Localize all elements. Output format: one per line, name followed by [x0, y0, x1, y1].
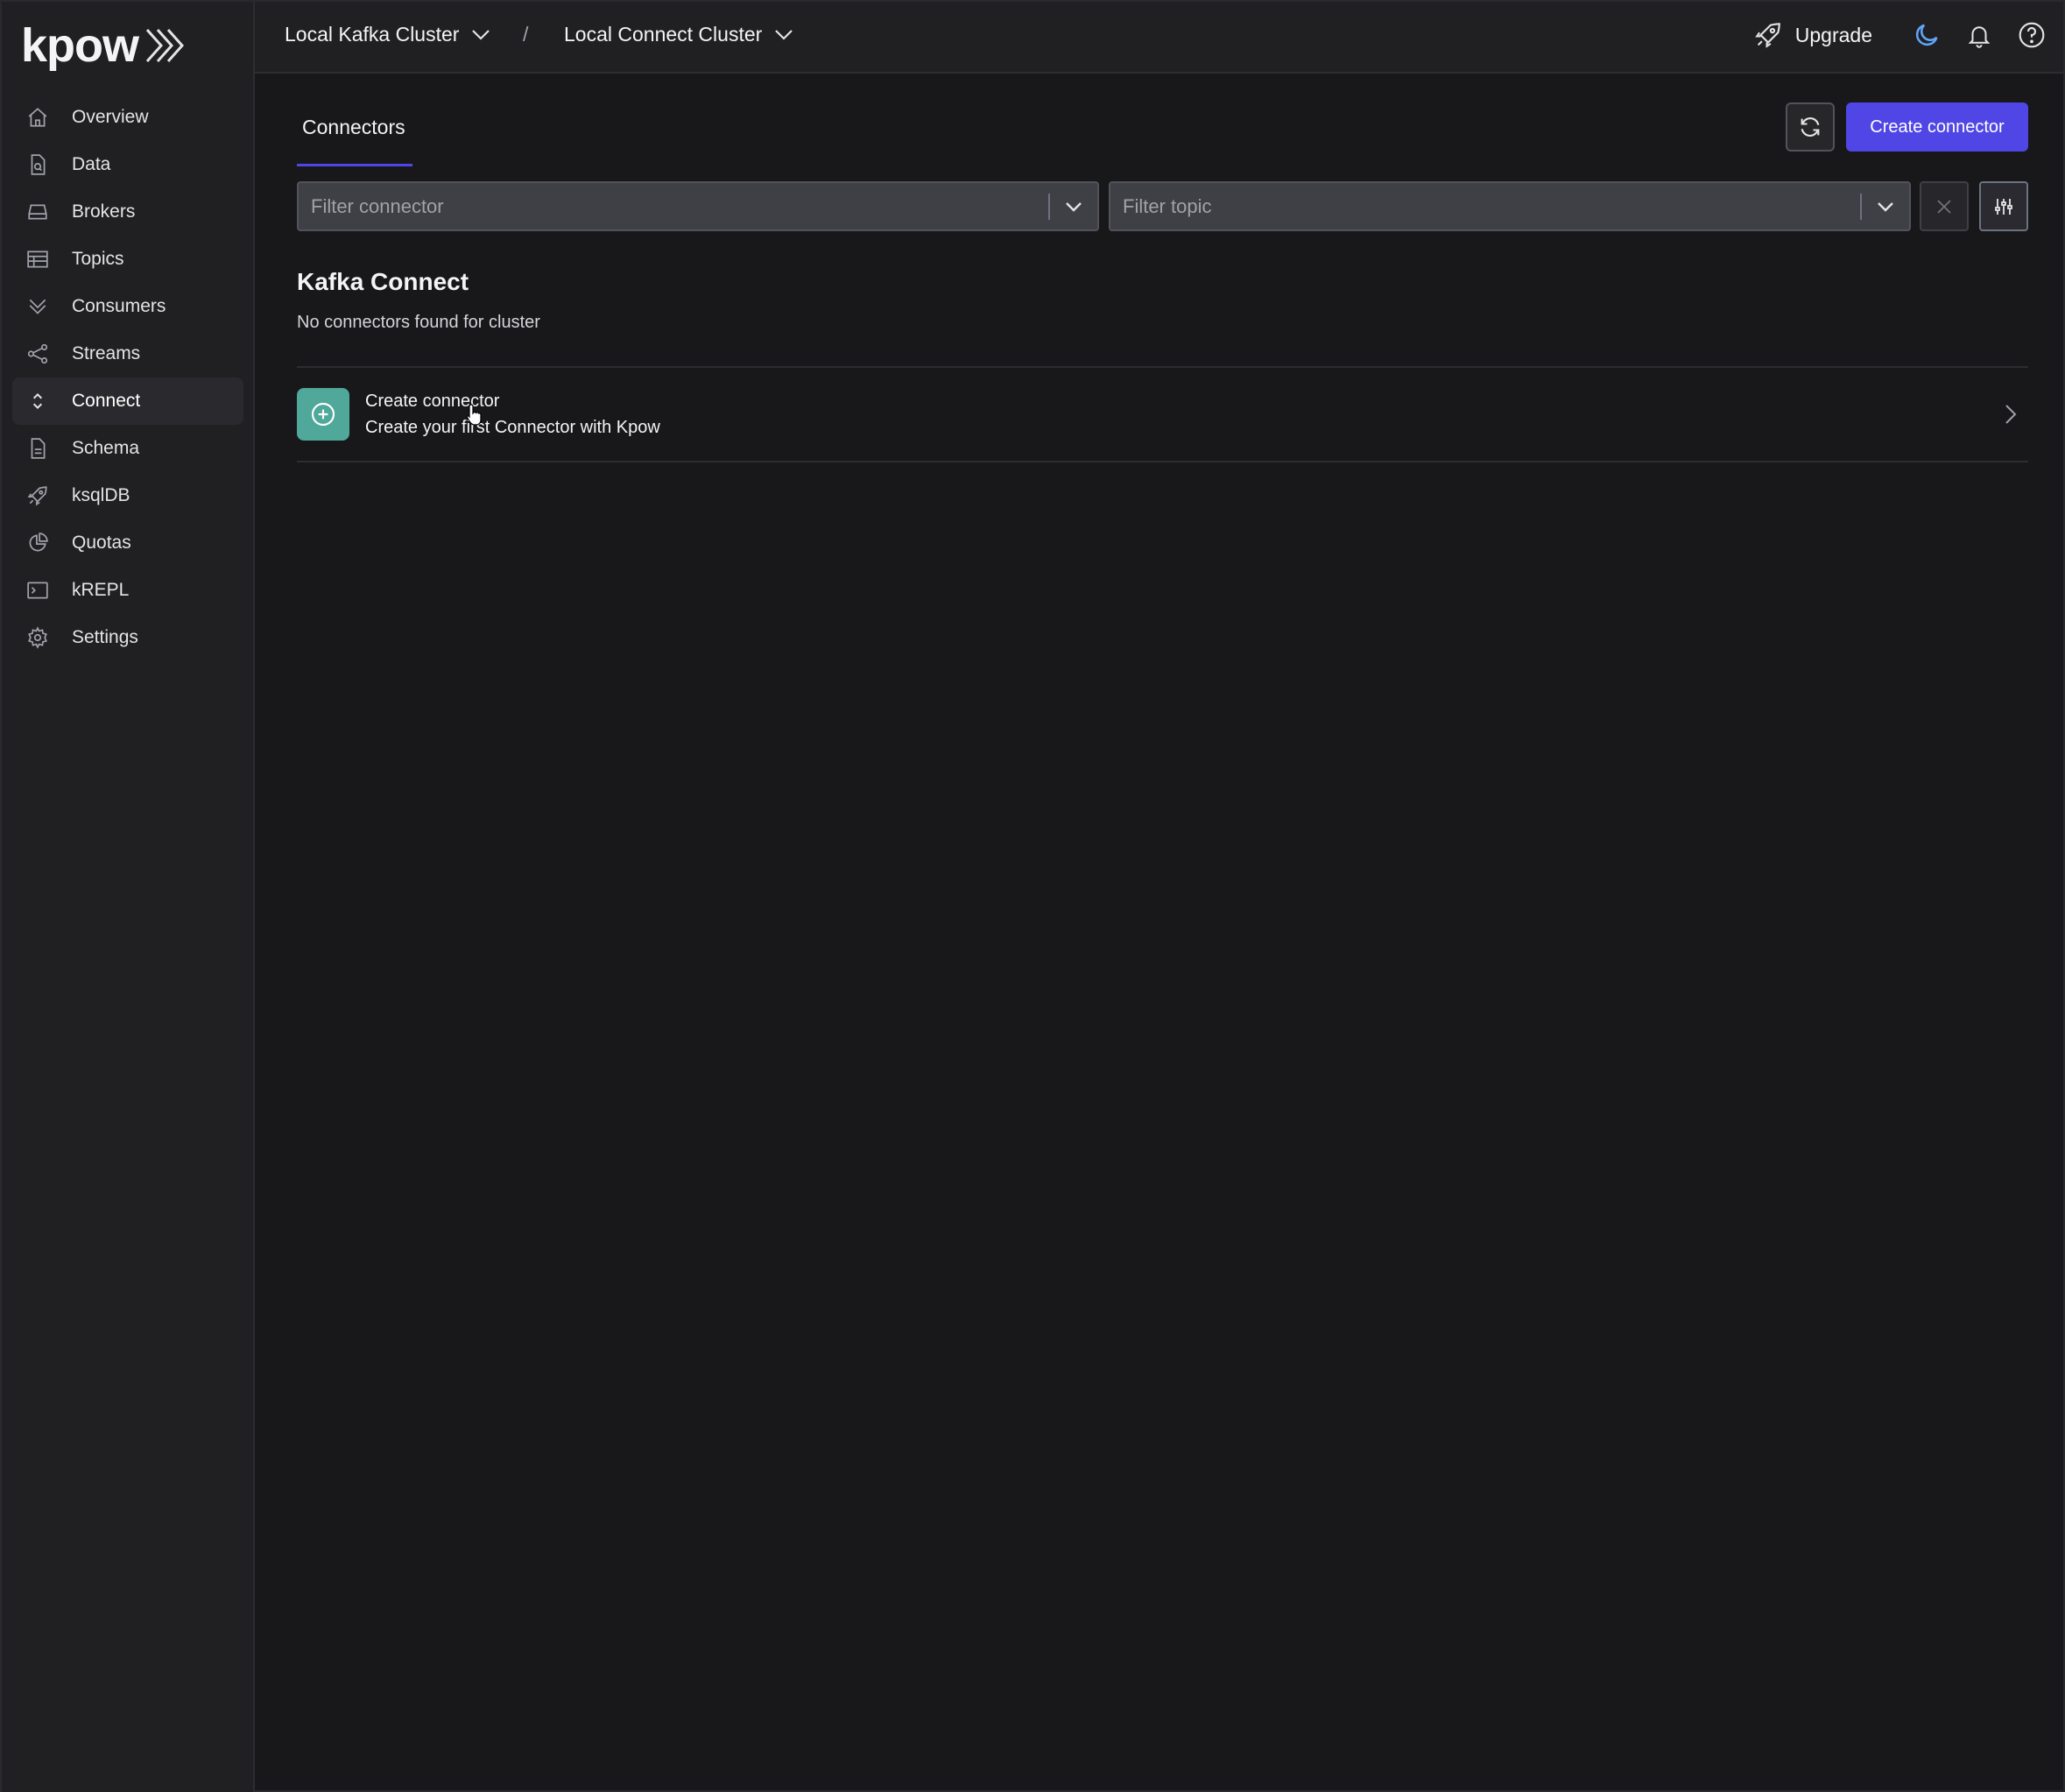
sidebar-item-label: kREPL	[72, 580, 130, 600]
theme-toggle[interactable]	[1909, 18, 1944, 53]
server-icon	[25, 199, 51, 225]
rocket-icon	[1755, 23, 1780, 48]
header-actions: Upgrade	[1753, 18, 2049, 53]
clear-filters-button[interactable]	[1920, 181, 1969, 231]
table-icon	[25, 246, 51, 272]
section-title: Kafka Connect	[297, 268, 469, 295]
top-bar: Local Kafka Cluster / Local Connect Clus…	[255, 2, 2063, 74]
sidebar-item-label: Data	[72, 154, 111, 174]
cluster-name: Local Kafka Cluster	[285, 23, 460, 46]
logo-chevrons-icon	[145, 29, 185, 62]
help-button[interactable]	[2014, 18, 2049, 53]
help-circle-icon	[2019, 22, 2045, 48]
sidebar-nav: Overview Data Brokers Topics Consumers S…	[12, 94, 243, 661]
adjustments-icon	[1995, 198, 2012, 215]
kpow-logo[interactable]: kpow	[21, 21, 187, 70]
sidebar-item-streams[interactable]: Streams	[12, 330, 243, 377]
sidebar-item-label: Schema	[72, 438, 140, 458]
filter-topic-select[interactable]: Filter topic	[1109, 181, 1911, 231]
filter-connector-select[interactable]: Filter connector	[297, 181, 1099, 231]
plus-circle-icon	[297, 388, 349, 441]
gear-icon	[25, 624, 51, 651]
logo-text: kpow	[21, 19, 139, 72]
sidebar-item-topics[interactable]: Topics	[12, 236, 243, 283]
sidebar-item-label: Settings	[72, 627, 138, 647]
refresh-icon	[1801, 117, 1820, 137]
chevron-down-icon	[472, 29, 490, 40]
dropdown-toggle[interactable]	[1050, 201, 1097, 212]
sidebar-item-connect[interactable]: Connect	[12, 377, 243, 425]
sidebar-item-brokers[interactable]: Brokers	[12, 188, 243, 236]
sidebar-item-label: Connect	[72, 391, 141, 411]
create-connector-button[interactable]: Create connector	[1846, 102, 2028, 152]
filter-connector-placeholder: Filter connector	[311, 194, 444, 217]
mouse-pointer-icon	[466, 404, 482, 426]
share-icon	[25, 341, 51, 367]
home-icon	[25, 104, 51, 131]
sidebar-item-overview[interactable]: Overview	[12, 94, 243, 141]
upgrade-label: Upgrade	[1794, 23, 1872, 46]
chevron-down-icon	[775, 29, 793, 40]
card-subtitle: Create your first Connector with Kpow	[365, 418, 660, 437]
chevron-down-icon	[1066, 201, 1082, 212]
sidebar-item-label: Streams	[72, 343, 141, 363]
sidebar-item-consumers[interactable]: Consumers	[12, 283, 243, 330]
refresh-button[interactable]	[1786, 102, 1835, 152]
sidebar-item-label: Consumers	[72, 296, 166, 316]
connect-cluster-selector[interactable]: Local Connect Cluster	[564, 23, 793, 46]
dropdown-toggle[interactable]	[1862, 201, 1909, 212]
chevrons-down-icon	[25, 293, 51, 320]
sidebar: kpow Overview Data Brokers Topics Consum…	[2, 2, 255, 1792]
card-text: Create connector Create your first Conne…	[365, 388, 1993, 441]
rocket-icon	[25, 483, 51, 509]
tab-connectors[interactable]: Connectors	[297, 116, 412, 166]
sidebar-item-ksqldb[interactable]: ksqlDB	[12, 472, 243, 519]
card-title: Create connector	[365, 392, 500, 411]
connect-cluster-name: Local Connect Cluster	[564, 23, 763, 46]
sidebar-item-label: Quotas	[72, 533, 131, 553]
document-search-icon	[25, 152, 51, 178]
sidebar-item-label: Brokers	[72, 201, 136, 222]
moon-icon	[1915, 24, 1938, 46]
empty-state-message: No connectors found for cluster	[297, 313, 540, 332]
terminal-icon	[25, 577, 51, 603]
create-connector-card[interactable]: Create connector Create your first Conne…	[297, 366, 2028, 462]
close-icon	[1937, 199, 1951, 214]
sidebar-item-data[interactable]: Data	[12, 141, 243, 188]
sidebar-item-label: Overview	[72, 107, 149, 127]
selector-icon	[25, 388, 51, 414]
filter-settings-button[interactable]	[1979, 181, 2028, 231]
chevron-down-icon	[1878, 201, 1893, 212]
app-window: kpow Overview Data Brokers Topics Consum…	[0, 0, 2065, 1792]
document-text-icon	[25, 435, 51, 462]
cluster-selector[interactable]: Local Kafka Cluster	[285, 23, 490, 46]
sidebar-item-krepl[interactable]: kREPL	[12, 567, 243, 614]
chevron-right-icon	[1993, 404, 2028, 425]
pie-chart-icon	[25, 530, 51, 556]
sidebar-item-settings[interactable]: Settings	[12, 614, 243, 661]
sidebar-item-quotas[interactable]: Quotas	[12, 519, 243, 567]
bell-icon	[1968, 26, 1991, 48]
notifications-button[interactable]	[1962, 18, 1997, 53]
breadcrumb-separator: /	[523, 23, 529, 46]
upgrade-button[interactable]: Upgrade	[1753, 20, 1872, 50]
sidebar-item-schema[interactable]: Schema	[12, 425, 243, 472]
sidebar-item-label: Topics	[72, 249, 124, 269]
filter-topic-placeholder: Filter topic	[1123, 194, 1212, 217]
sidebar-item-label: ksqlDB	[72, 485, 130, 505]
